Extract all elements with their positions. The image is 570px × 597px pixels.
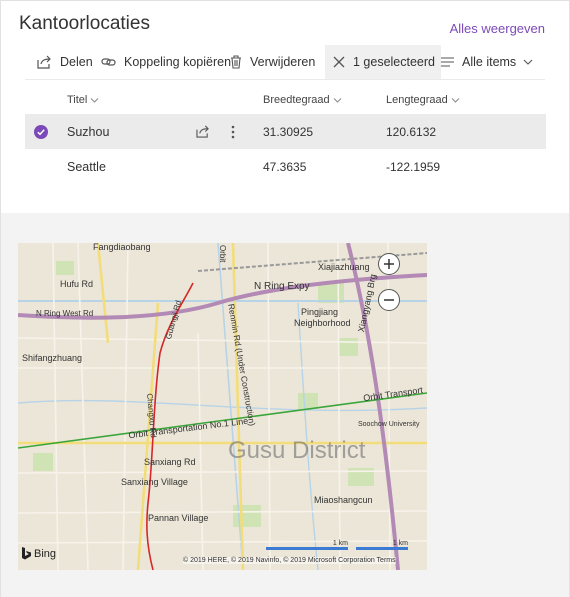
share-label: Delen [60,55,93,69]
column-header-title[interactable]: Titel [67,94,99,106]
row-share-button[interactable] [196,114,210,149]
map-label: Sanxiang Village [121,477,188,487]
map-label: Gusu District [228,437,366,464]
list-view-icon [441,57,454,67]
chevron-down-icon [451,97,460,103]
close-icon [333,56,345,68]
view-label: Alle items [462,55,517,69]
row-longitude: -122.1959 [386,159,441,174]
row-latitude: 31.30925 [263,124,314,139]
more-vertical-icon [231,125,235,138]
list-web-part: Kantoorlocaties Alles weergeven Delen Ko… [0,0,570,214]
scale-bar-left: 1 km [266,540,348,550]
delete-label: Verwijderen [250,55,316,69]
minus-icon [384,299,394,301]
column-header-longitude[interactable]: Lengtegraad [386,94,460,106]
show-all-link[interactable]: Alles weergeven [450,21,545,36]
chevron-down-icon [333,97,342,103]
bing-logo: Bing [21,547,56,560]
map-label: Fangdiaobang [93,243,151,252]
zoom-in-button[interactable] [378,253,400,275]
map-label: Sanxiang Rd [144,457,196,467]
copy-link-button[interactable]: Koppeling kopiëren [101,45,231,79]
checkmark-circle-icon [34,124,48,139]
map-label: Soochow University [358,421,420,428]
zoom-out-button[interactable] [378,289,400,311]
row-title[interactable]: Seattle [67,149,106,184]
page-title: Kantoorlocaties [19,13,150,34]
row-longitude: 120.6132 [386,124,437,139]
map-label: Orbit [218,245,227,263]
command-bar: Delen Koppeling kopiëren Verwijderen 1 g… [25,45,545,80]
table-row[interactable]: Suzhou 31.30925 120.6132 [25,114,546,149]
map-label: Shifangzhuang [22,353,83,363]
map-label: N Ring Expy [254,281,310,292]
bing-icon [22,547,31,560]
chevron-down-icon [91,97,99,103]
map-copyright[interactable]: © 2019 HERE, © 2019 Navinfo, © 2019 Micr… [183,557,396,564]
chevron-down-icon [523,59,533,65]
row-latitude: 47.3635 [263,159,307,174]
selected-count-label: 1 geselecteerd [353,55,436,69]
trash-icon [231,55,241,69]
map-label: Neighborhood [294,318,351,328]
column-header-latitude[interactable]: Breedtegraad [263,94,342,106]
plus-icon [384,259,394,269]
map-view[interactable]: Fangdiaobang Hufu Rd N Ring West Rd N Ri… [18,243,427,570]
scale-bar-right: 1 km [356,540,408,550]
row-checkbox[interactable] [34,114,48,149]
map-label: N Ring West Rd [36,309,94,318]
map-label: Xiajiazhuang [318,262,370,272]
clear-selection-button[interactable]: 1 geselecteerd [325,45,441,79]
share-icon [196,125,209,138]
map-label: Pannan Village [148,513,209,523]
map-label: Miaoshangcun [314,495,373,505]
row-title[interactable]: Suzhou [67,114,109,149]
copy-link-label: Koppeling kopiëren [124,55,232,69]
share-button[interactable]: Delen [37,45,93,79]
share-icon [37,55,51,69]
link-icon [101,58,116,66]
map-label: Hufu Rd [60,279,94,289]
map-label: Pingjiang [301,307,339,317]
view-switcher[interactable]: Alle items [441,45,541,79]
row-more-button[interactable] [231,114,235,149]
table-row[interactable]: Seattle 47.3635 -122.1959 [25,149,546,184]
delete-button[interactable]: Verwijderen [230,45,315,79]
